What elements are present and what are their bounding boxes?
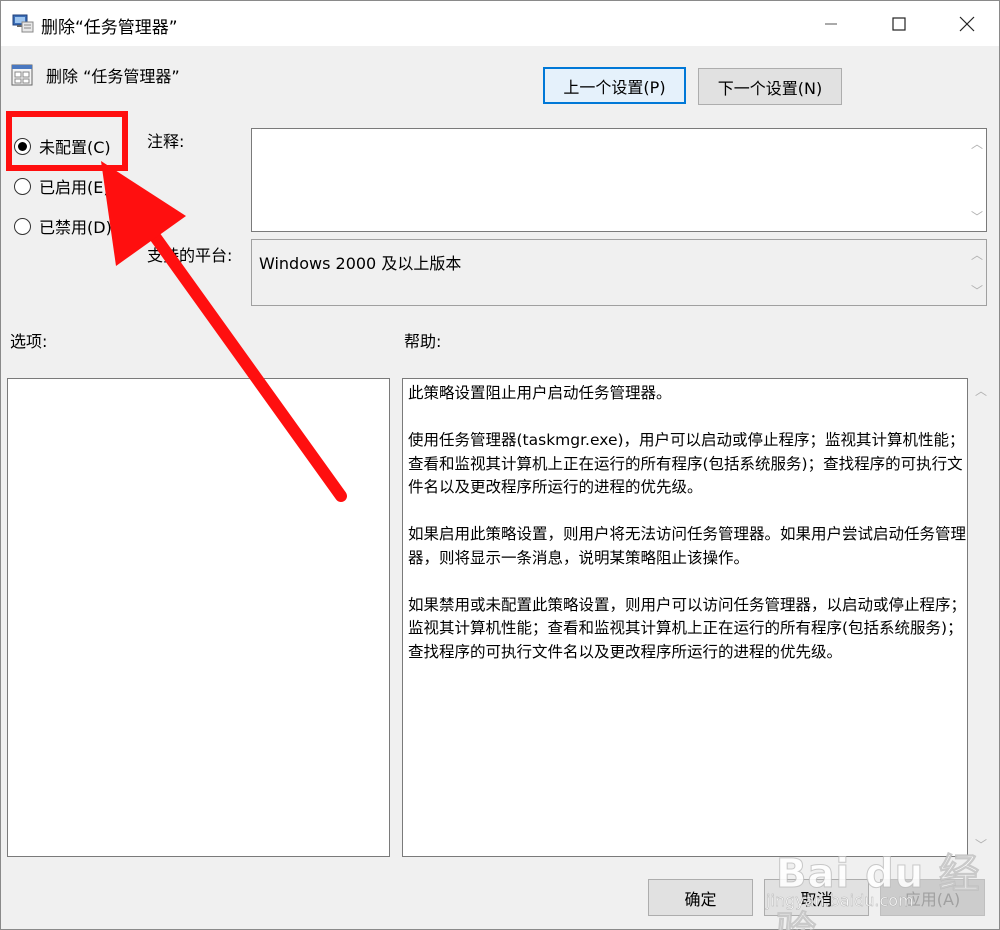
- minimize-icon: [825, 23, 837, 24]
- help-paragraph: 如果禁用或未配置此策略设置，则用户可以访问任务管理器，以启动或停止程序；监视其计…: [408, 595, 967, 661]
- radio-not-configured[interactable]: 未配置(C): [14, 134, 111, 158]
- policy-heading: 删除 “任务管理器”: [46, 67, 180, 86]
- supported-platform-value: Windows 2000 及以上版本: [259, 254, 462, 273]
- window-title: 删除“任务管理器”: [41, 18, 178, 38]
- close-button[interactable]: [933, 1, 1000, 46]
- apply-button[interactable]: 应用(A): [880, 879, 985, 916]
- radio-enabled[interactable]: 已启用(E): [14, 174, 110, 198]
- previous-setting-button[interactable]: 上一个设置(P): [543, 67, 686, 104]
- scroll-up-icon[interactable]: ︿: [971, 135, 983, 152]
- maximize-button[interactable]: [865, 1, 933, 46]
- supported-scrollbar[interactable]: ︿ ﹀: [967, 240, 986, 305]
- radio-button[interactable]: [14, 217, 31, 235]
- scroll-down-icon[interactable]: ﹀: [971, 208, 983, 225]
- policy-setting-icon: [11, 64, 33, 86]
- help-paragraph: 如果启用此策略设置，则用户将无法访问任务管理器。如果用户尝试启动任务管理器，则将…: [408, 525, 967, 567]
- options-label: 选项:: [10, 332, 48, 351]
- policy-dialog-window: 删除“任务管理器” 删除 “任务管理器” 上一个设置(P) 下一个设置(N) 未…: [0, 0, 1000, 930]
- close-icon: [959, 16, 975, 31]
- help-panel[interactable]: 此策略设置阻止用户启动任务管理器。 使用任务管理器(taskmgr.exe)，用…: [402, 378, 968, 857]
- help-paragraph: 此策略设置阻止用户启动任务管理器。: [408, 384, 672, 402]
- help-text: 此策略设置阻止用户启动任务管理器。 使用任务管理器(taskmgr.exe)，用…: [408, 382, 968, 688]
- radio-label-disabled: 已禁用(D): [39, 218, 112, 237]
- next-setting-button[interactable]: 下一个设置(N): [698, 68, 842, 105]
- maximize-icon: [892, 16, 906, 31]
- options-panel[interactable]: [7, 378, 390, 857]
- radio-selected-dot: [18, 141, 27, 151]
- scroll-up-icon[interactable]: ︿: [971, 246, 983, 263]
- radio-button[interactable]: [14, 177, 31, 195]
- supported-platform-box: Windows 2000 及以上版本 ︿ ﹀: [251, 239, 987, 306]
- ok-button[interactable]: 确定: [648, 879, 753, 916]
- help-label: 帮助:: [404, 332, 442, 351]
- scroll-up-icon[interactable]: ︿: [975, 382, 987, 399]
- radio-disabled[interactable]: 已禁用(D): [14, 214, 112, 238]
- cancel-button[interactable]: 取消: [764, 879, 869, 916]
- comment-scrollbar[interactable]: ︿ ﹀: [967, 129, 986, 231]
- scroll-down-icon[interactable]: ﹀: [971, 282, 983, 299]
- minimize-button[interactable]: [797, 1, 865, 46]
- help-paragraph: 使用任务管理器(taskmgr.exe)，用户可以启动或停止程序；监视其计算机性…: [408, 431, 965, 496]
- help-scrollbar[interactable]: ︿ ﹀: [968, 378, 994, 857]
- radio-button[interactable]: [14, 137, 31, 155]
- comment-textarea[interactable]: ︿ ﹀: [251, 128, 987, 232]
- title-bar[interactable]: 删除“任务管理器”: [1, 1, 999, 46]
- supported-platform-label: 支持的平台:: [147, 246, 233, 265]
- radio-label-not-configured: 未配置(C): [39, 138, 111, 157]
- radio-label-enabled: 已启用(E): [39, 178, 110, 197]
- group-policy-icon: [12, 14, 34, 33]
- comment-label: 注释:: [147, 132, 185, 151]
- scroll-down-icon[interactable]: ﹀: [975, 836, 987, 853]
